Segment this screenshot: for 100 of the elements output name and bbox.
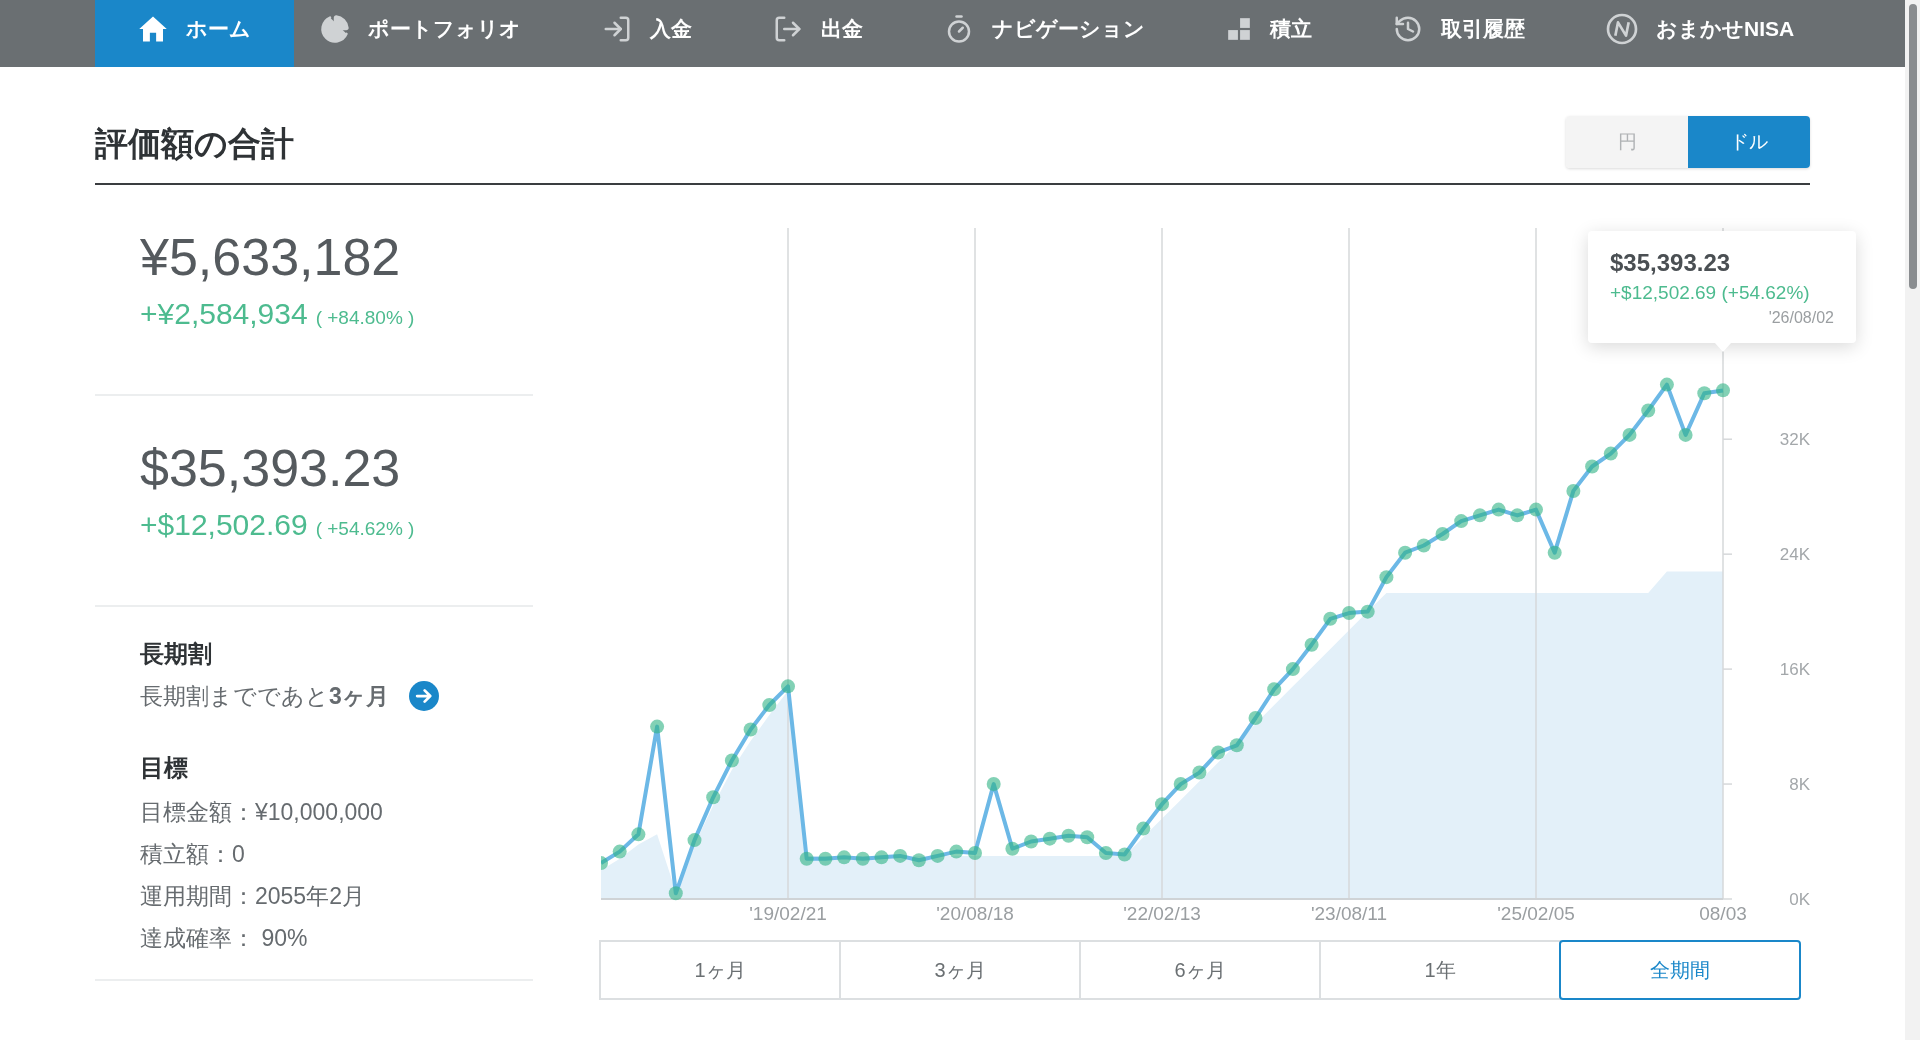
x-axis-label: '22/02/13 <box>1123 902 1201 924</box>
pie-chart-icon <box>320 13 350 44</box>
currency-toggle[interactable]: ドル <box>1688 115 1810 168</box>
data-point <box>1136 821 1151 836</box>
data-point <box>1155 796 1169 811</box>
data-point <box>1472 507 1487 522</box>
page-title: 評価額の合計 <box>95 124 294 164</box>
period-tab[interactable]: 3ヶ月 <box>839 939 1081 1000</box>
goal-detail: 積立額：0 <box>140 840 246 869</box>
data-point <box>1360 604 1375 619</box>
data-point <box>874 849 889 864</box>
data-point <box>601 855 608 870</box>
data-point <box>1229 737 1244 752</box>
tooltip-change: +$12,502.69 (+54.62%) <box>1610 280 1811 305</box>
data-point <box>781 678 795 693</box>
data-point <box>1585 459 1600 473</box>
data-point <box>818 851 833 866</box>
data-point <box>650 719 665 734</box>
nav-tab[interactable]: 出金 <box>747 0 889 67</box>
nav-tab[interactable]: ポートフォリオ <box>294 0 547 67</box>
period-tab[interactable]: 6ヶ月 <box>1079 939 1321 1000</box>
goal-detail: 達成確率： 90% <box>140 924 309 953</box>
data-point <box>1173 776 1188 791</box>
data-point <box>1566 483 1581 498</box>
nav-tab[interactable]: 入金 <box>576 0 718 67</box>
gain-amount: +$12,502.69 <box>140 506 308 543</box>
data-point <box>1285 661 1300 676</box>
tooltip-value: $35,393.23 <box>1610 247 1732 278</box>
data-point <box>1547 545 1562 560</box>
x-axis-label: '25/02/05 <box>1497 902 1575 924</box>
nav-tab[interactable]: おまかせNISA <box>1580 0 1821 67</box>
data-point <box>1697 385 1712 400</box>
tooltip-date: '26/08/02 <box>1768 307 1834 328</box>
data-point <box>855 851 870 866</box>
gain-amount: +¥2,584,934 <box>140 295 308 332</box>
total-amount: ¥5,633,182 <box>140 226 402 288</box>
data-point <box>1678 427 1693 442</box>
data-point <box>968 845 982 860</box>
data-point <box>1248 710 1263 725</box>
data-point <box>1304 637 1319 652</box>
data-point <box>1024 834 1039 849</box>
data-point <box>1491 502 1506 517</box>
x-axis-label: '23/08/11 <box>1310 902 1388 924</box>
data-point <box>949 844 964 859</box>
gain-percent: ( +84.80% ) <box>315 305 415 330</box>
data-point <box>930 848 945 863</box>
nav-tab[interactable]: ホーム <box>95 0 294 67</box>
period-tab[interactable]: 1ヶ月 <box>599 939 841 1000</box>
data-point <box>687 832 702 847</box>
y-axis-label: 32K <box>1779 429 1810 449</box>
data-point <box>1529 502 1543 517</box>
data-point <box>1080 829 1095 844</box>
period-tab[interactable]: 全期間 <box>1559 939 1801 1000</box>
nav-tab[interactable]: 積立 <box>1200 0 1338 67</box>
data-point <box>1435 526 1450 541</box>
data-point <box>1641 403 1656 417</box>
data-point <box>1211 744 1226 759</box>
nav-tab[interactable]: ナビゲーション <box>918 0 1171 67</box>
data-point <box>668 885 683 900</box>
gain-percent: ( +54.62% ) <box>315 516 415 541</box>
data-point <box>1379 569 1394 584</box>
y-axis-label: 16K <box>1779 659 1810 679</box>
data-point <box>1061 828 1076 843</box>
zigzag-circle-icon <box>1606 12 1638 45</box>
data-point <box>1716 382 1730 397</box>
data-point <box>1342 605 1356 620</box>
data-point <box>893 848 908 863</box>
data-point <box>612 844 627 859</box>
data-point <box>1622 427 1637 442</box>
y-axis-label: 8K <box>1789 774 1810 794</box>
data-point <box>1117 846 1132 861</box>
x-axis-label: '20/08/18 <box>936 902 1014 924</box>
data-point <box>762 697 777 712</box>
data-point <box>911 852 926 867</box>
arrow-circle-icon[interactable] <box>408 680 439 711</box>
data-point <box>1510 507 1525 522</box>
y-axis-label: 24K <box>1779 544 1810 564</box>
section-heading: 目標 <box>140 753 189 783</box>
nav-tab[interactable]: 取引履歴 <box>1367 0 1551 67</box>
blocks-icon <box>1226 15 1252 42</box>
goal-detail: 運用期間：2055年2月 <box>140 882 366 911</box>
data-point <box>1454 513 1469 528</box>
x-axis-label: 08/03 <box>1699 902 1747 924</box>
data-point <box>631 826 646 841</box>
data-point <box>1267 681 1282 696</box>
data-point <box>1416 538 1431 553</box>
data-point <box>1098 845 1113 860</box>
data-point <box>706 789 721 804</box>
scrollbar-thumb[interactable] <box>1908 4 1917 289</box>
data-point <box>799 851 814 866</box>
data-point <box>743 721 758 736</box>
x-axis-label: '19/02/21 <box>749 902 827 924</box>
data-point <box>837 849 852 864</box>
data-point <box>1005 841 1020 856</box>
data-point <box>986 776 1001 791</box>
data-point <box>1042 831 1057 846</box>
data-point <box>1323 611 1338 626</box>
goal-detail: 目標金額：¥10,000,000 <box>140 798 384 827</box>
period-tab[interactable]: 1年 <box>1319 939 1561 1000</box>
y-axis-label: 0K <box>1789 889 1810 909</box>
